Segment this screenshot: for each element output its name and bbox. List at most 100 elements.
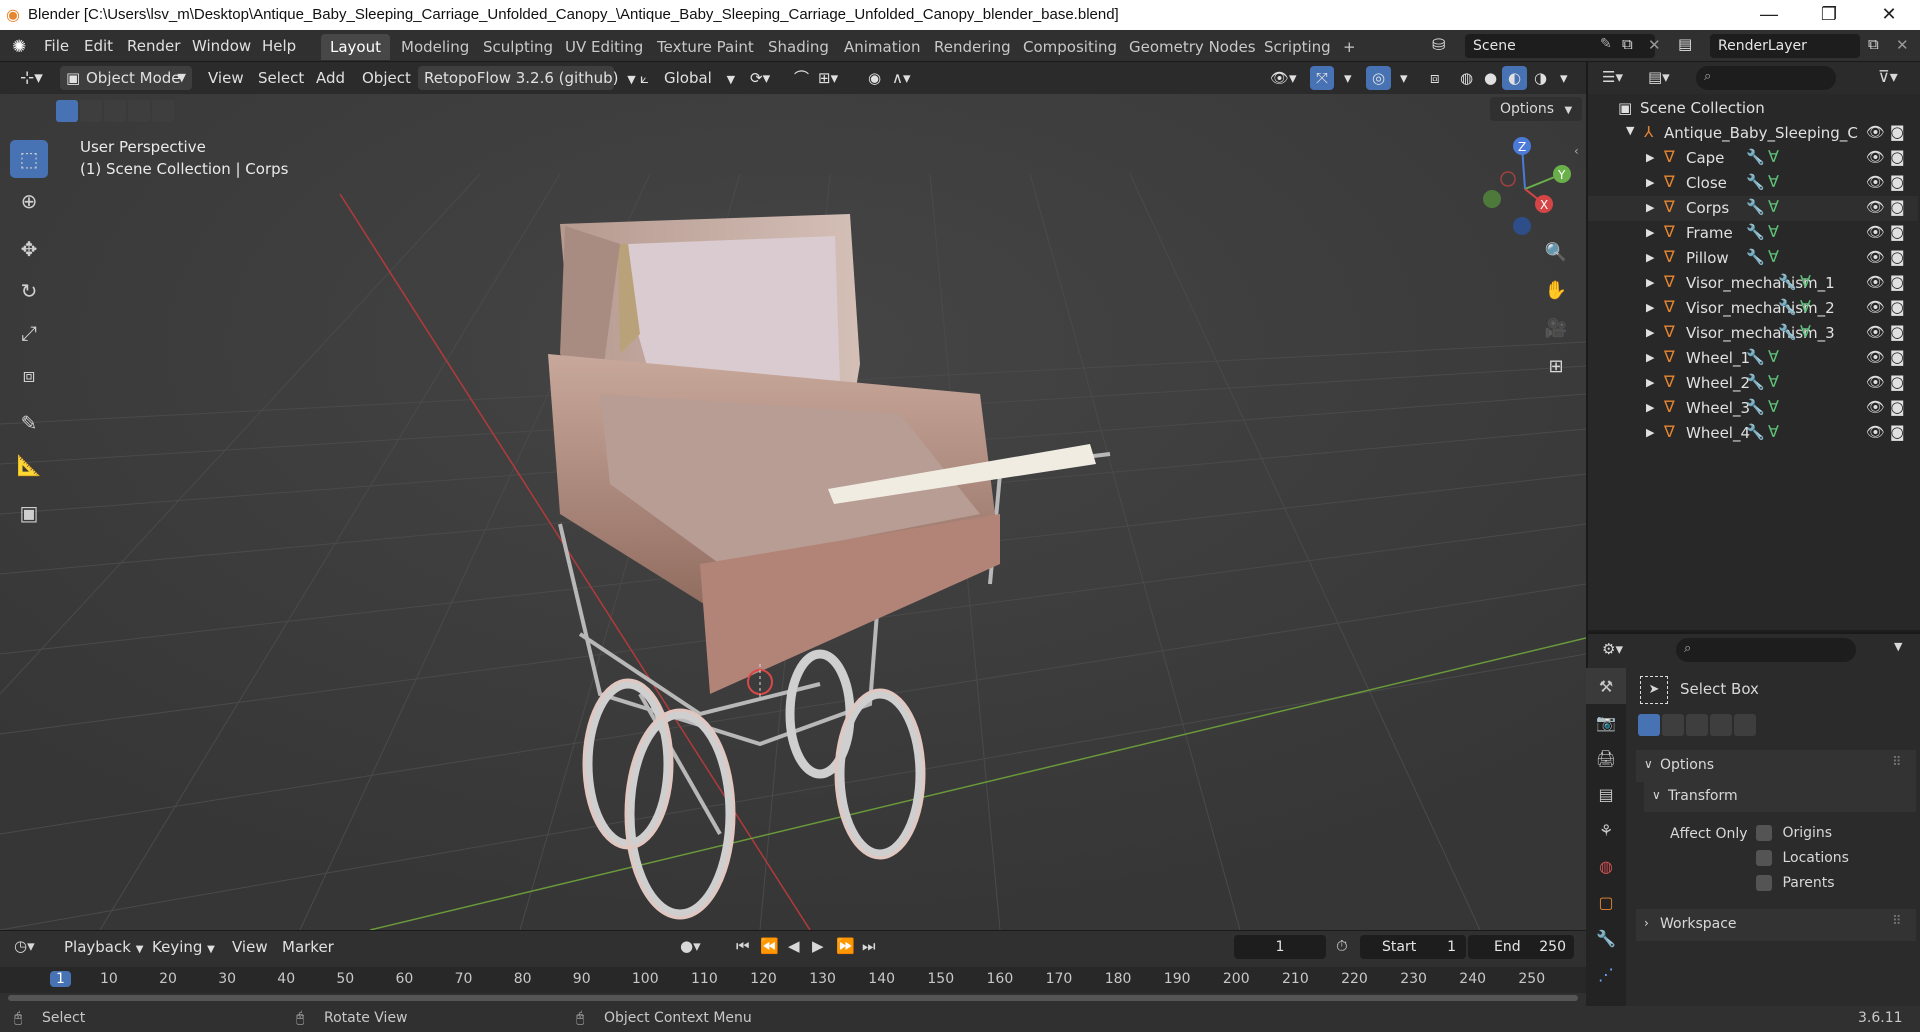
camera-icon[interactable]: ◙ bbox=[1890, 398, 1905, 416]
mesh-data-icon[interactable]: ∀ bbox=[1768, 147, 1779, 166]
modifier-wrench-icon[interactable]: 🔧 bbox=[1746, 198, 1765, 216]
outliner-row-object[interactable]: ▶ ∇ Pillow 🔧 ∀ 👁 ◙ bbox=[1588, 246, 1918, 271]
zoom-icon[interactable]: 🔍 bbox=[1538, 242, 1574, 280]
eye-icon[interactable]: 👁 bbox=[1866, 298, 1885, 316]
expand-right-icon[interactable]: ▶ bbox=[1646, 176, 1654, 189]
menu-render[interactable]: Render bbox=[127, 37, 180, 55]
object-tab-icon[interactable]: ▢ bbox=[1586, 884, 1626, 920]
eye-icon[interactable]: 👁 bbox=[1866, 248, 1885, 266]
mesh-data-icon[interactable]: ∀ bbox=[1768, 172, 1779, 191]
outliner-editor-icon[interactable]: ☰▾ bbox=[1602, 68, 1623, 86]
play-icon[interactable]: ▶ bbox=[812, 937, 824, 955]
shading-dropdown-icon[interactable]: ▾ bbox=[1554, 66, 1574, 90]
mesh-data-icon[interactable]: ∀ bbox=[1768, 247, 1779, 266]
camera-icon[interactable]: ◙ bbox=[1890, 198, 1905, 216]
start-frame-field[interactable]: Start 1 bbox=[1360, 935, 1466, 959]
overlay-toggle-icon[interactable]: ◎ bbox=[1366, 66, 1392, 90]
eye-icon[interactable]: 👁 bbox=[1866, 398, 1885, 416]
tab-shading[interactable]: Shading bbox=[759, 34, 838, 60]
mode-dropdown[interactable]: ▣ Object Mode ▼ bbox=[60, 66, 192, 90]
outliner-row-object[interactable]: ▶ ∇ Visor_mechanism_3 🔧 ∀ 👁 ◙ bbox=[1588, 321, 1918, 346]
eye-icon[interactable]: 👁 bbox=[1866, 198, 1885, 216]
select-invert-icon[interactable] bbox=[1710, 714, 1732, 736]
measure-tool-icon[interactable]: 📐 bbox=[10, 446, 48, 484]
timeline-view-menu[interactable]: View bbox=[226, 935, 274, 959]
tab-geometry-nodes[interactable]: Geometry Nodes bbox=[1120, 34, 1265, 60]
cursor-tool-icon[interactable]: ⊕ bbox=[10, 182, 48, 220]
select-new-icon[interactable] bbox=[56, 100, 78, 122]
wireframe-shading-icon[interactable]: ◍ bbox=[1454, 66, 1479, 90]
camera-icon[interactable]: ◙ bbox=[1890, 348, 1905, 366]
tool-tab-icon[interactable]: ⚒ bbox=[1586, 668, 1626, 704]
filter-icon[interactable]: ⊽▾ bbox=[1878, 67, 1898, 86]
menu-window[interactable]: Window bbox=[192, 37, 251, 55]
keying-menu[interactable]: Keying ▼ bbox=[146, 935, 221, 959]
select-subtract-icon[interactable] bbox=[104, 100, 126, 122]
select-intersect-icon[interactable] bbox=[152, 100, 174, 122]
eye-icon[interactable]: 👁 bbox=[1866, 148, 1885, 166]
camera-view-icon[interactable]: 🎥 bbox=[1538, 318, 1574, 356]
scene-selector-icon[interactable]: ⛁ bbox=[1432, 35, 1445, 54]
origins-checkbox-box[interactable] bbox=[1756, 825, 1772, 841]
falloff-icon[interactable]: ∧▾ bbox=[886, 66, 917, 90]
next-keyframe-icon[interactable]: ⏩ bbox=[836, 937, 855, 955]
eye-icon[interactable]: 👁 bbox=[1866, 273, 1885, 291]
expand-right-icon[interactable]: ▶ bbox=[1646, 426, 1654, 439]
view-layer-icon[interactable]: ▤ bbox=[1678, 35, 1692, 53]
expand-right-icon[interactable]: ▶ bbox=[1646, 401, 1654, 414]
jump-end-icon[interactable]: ⏭ bbox=[862, 937, 876, 955]
view-layer-field[interactable]: RenderLayer bbox=[1710, 34, 1860, 58]
modifier-wrench-icon[interactable]: 🔧 bbox=[1746, 423, 1765, 441]
proportional-edit-icon[interactable]: ◉ bbox=[862, 66, 887, 90]
transform-tool-icon[interactable]: ⧈ bbox=[10, 356, 48, 394]
modifier-wrench-icon[interactable]: 🔧 bbox=[1778, 298, 1797, 316]
select-extend-icon[interactable] bbox=[80, 100, 102, 122]
scene-tab-icon[interactable]: ⚘ bbox=[1586, 812, 1626, 848]
material-shading-icon[interactable]: ◐ bbox=[1502, 66, 1528, 90]
output-tab-icon[interactable]: 🖨 bbox=[1586, 740, 1626, 776]
outliner-row-object[interactable]: ▶ ∇ Wheel_3 🔧 ∀ 👁 ◙ bbox=[1588, 396, 1918, 421]
workspace-section-header[interactable]: › Workspace ⠿ bbox=[1636, 909, 1916, 941]
expand-right-icon[interactable]: ▶ bbox=[1646, 276, 1654, 289]
move-tool-icon[interactable]: ✥ bbox=[10, 230, 48, 268]
options-dropdown[interactable]: Options ▼ bbox=[1490, 97, 1583, 121]
modifier-wrench-icon[interactable]: 🔧 bbox=[1746, 373, 1765, 391]
outliner-row-object[interactable]: ▶ ∇ Cape 🔧 ∀ 👁 ◙ bbox=[1588, 146, 1918, 171]
menu-edit[interactable]: Edit bbox=[84, 37, 113, 55]
neg-y-axis-icon[interactable] bbox=[1483, 190, 1501, 208]
delete-scene-icon[interactable]: ✕ bbox=[1648, 36, 1661, 54]
eye-icon[interactable]: 👁 bbox=[1866, 323, 1885, 341]
overlay-dropdown-icon[interactable]: ▾ bbox=[1394, 66, 1414, 90]
pivot-point-icon[interactable]: ⟳▾ bbox=[744, 66, 776, 90]
camera-icon[interactable]: ◙ bbox=[1890, 273, 1905, 291]
minimize-button[interactable]: — bbox=[1740, 0, 1798, 30]
select-extend-icon[interactable] bbox=[1662, 714, 1684, 736]
object-menu[interactable]: Object bbox=[356, 66, 417, 90]
pan-hand-icon[interactable]: ✋ bbox=[1538, 280, 1574, 318]
outliner-row-scene-collection[interactable]: ▣ Scene Collection bbox=[1588, 96, 1918, 121]
display-mode-icon[interactable]: ▤▾ bbox=[1648, 68, 1670, 86]
camera-icon[interactable]: ◙ bbox=[1890, 248, 1905, 266]
properties-editor-icon[interactable]: ⚙▾ bbox=[1602, 640, 1623, 658]
jump-start-icon[interactable]: ⏮ bbox=[736, 937, 750, 955]
camera-icon[interactable]: ◙ bbox=[1890, 148, 1905, 166]
orientation-dropdown[interactable]: ⟀ Global ▼ bbox=[636, 66, 741, 90]
editor-type-icon[interactable]: ⊹▾ bbox=[14, 66, 49, 90]
modifier-wrench-icon[interactable]: 🔧 bbox=[1746, 223, 1765, 241]
tab-animation[interactable]: Animation bbox=[835, 34, 929, 60]
camera-icon[interactable]: ◙ bbox=[1890, 123, 1905, 141]
transform-subsection-header[interactable]: ∨ Transform bbox=[1644, 782, 1916, 812]
camera-icon[interactable]: ◙ bbox=[1890, 223, 1905, 241]
outliner-search-input[interactable]: ⌕ bbox=[1696, 66, 1836, 90]
eye-icon[interactable]: 👁 bbox=[1866, 373, 1885, 391]
tab-compositing[interactable]: Compositing bbox=[1014, 34, 1126, 60]
tab-scripting[interactable]: Scripting bbox=[1255, 34, 1340, 60]
modifier-wrench-icon[interactable]: 🔧 bbox=[1746, 248, 1765, 266]
menu-help[interactable]: Help bbox=[262, 37, 296, 55]
mesh-data-icon[interactable]: ∀ bbox=[1768, 372, 1779, 391]
end-frame-field[interactable]: End 250 bbox=[1468, 935, 1574, 959]
properties-search-input[interactable]: ⌕ bbox=[1676, 638, 1856, 662]
expand-right-icon[interactable]: ▶ bbox=[1646, 326, 1654, 339]
modifier-tab-icon[interactable]: 🔧 bbox=[1586, 920, 1626, 956]
drag-handle-icon[interactable]: ⠿ bbox=[1892, 914, 1902, 929]
